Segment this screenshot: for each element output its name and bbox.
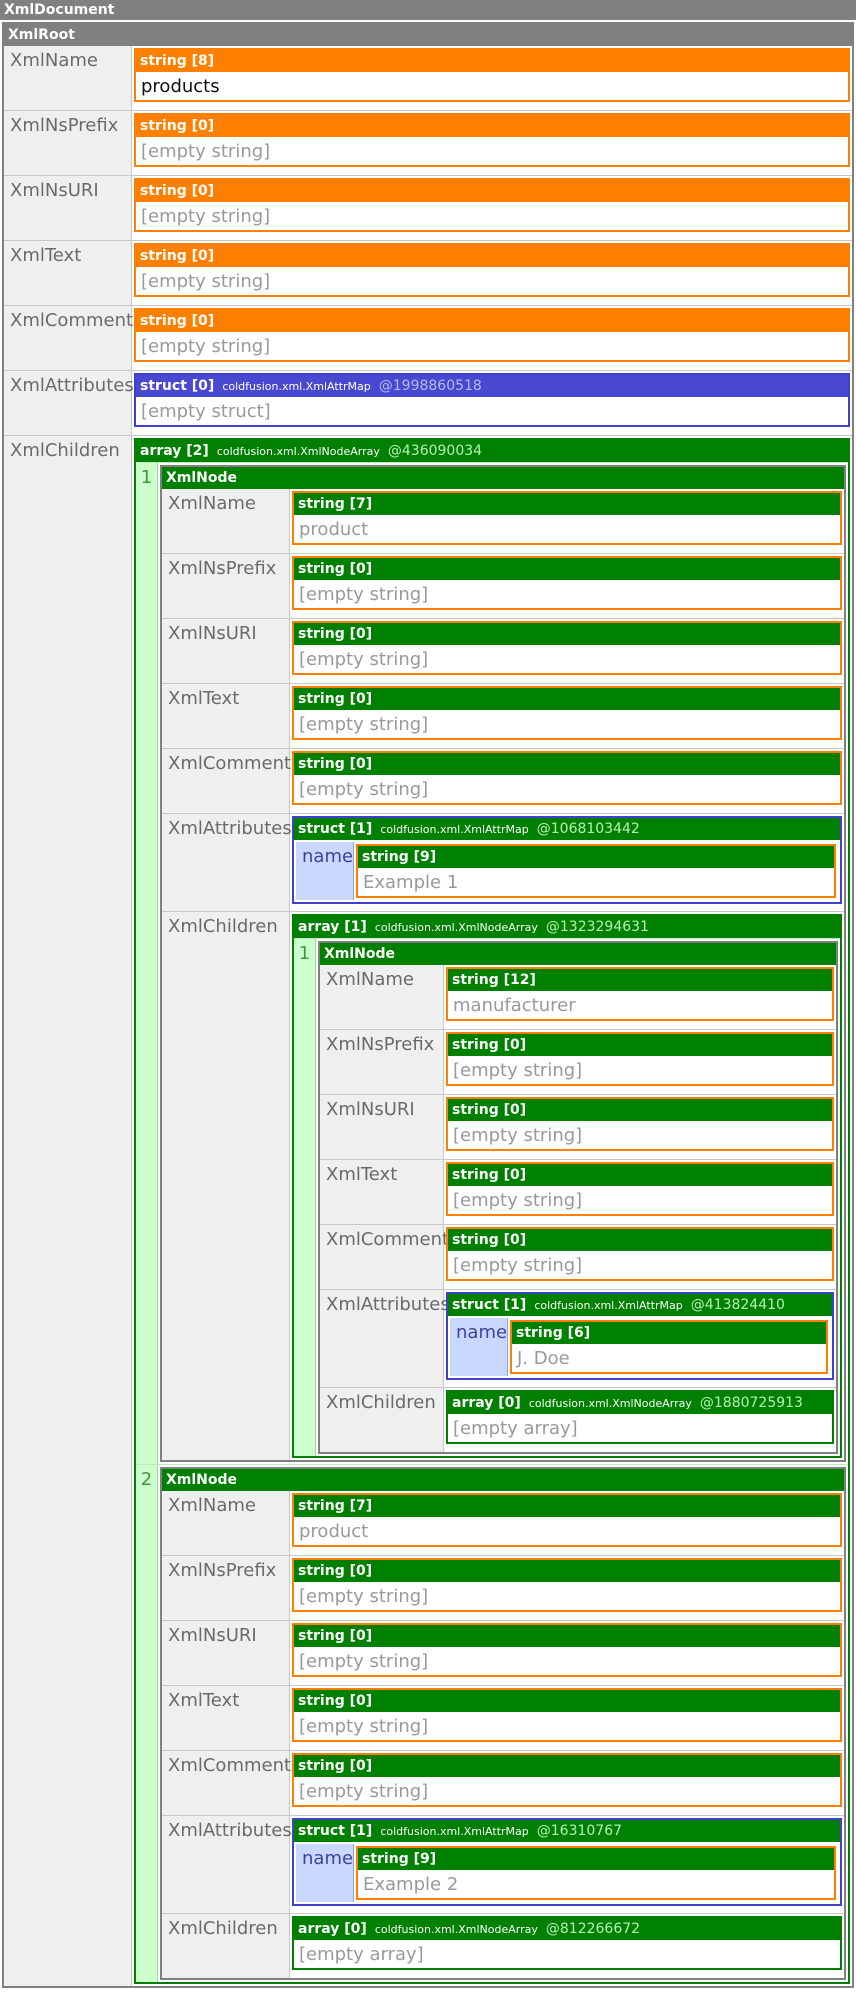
array-index: 2 [136,1465,158,1982]
p1-row-xmlnsuri: XmlNsURI string [0] [empty string] [162,619,844,684]
string-header[interactable]: string [0] [448,1164,832,1186]
xml-root-title: XmlRoot [8,27,75,43]
xml-root-header[interactable]: XmlRoot [4,24,852,46]
root-row-xmlnsuri: XmlNsURI string [0] [empty string] [4,176,852,241]
manufacturer-xmlname-value: manufacturer [453,995,576,1016]
root-row-xmlcomment: XmlComment string [0] [empty string] [4,306,852,371]
root-key-xmlnsprefix: XmlNsPrefix [4,111,132,175]
root-key-xmltext: XmlText [4,241,132,305]
root-xmlname-value: products [141,76,220,97]
string-header[interactable]: string [0] [448,1034,832,1056]
empty-array-value: [empty array] [453,1418,578,1439]
root-key-xmlattributes: XmlAttributes [4,371,134,435]
string-header[interactable]: string [12] [448,969,832,991]
string-header[interactable]: string [6] [512,1322,826,1344]
empty-string-value: [empty string] [141,141,271,162]
root-key-xmlnsuri: XmlNsURI [4,176,132,240]
p1-row-xmltext: XmlText string [0] [empty string] [162,684,844,749]
root-row-xmlnsprefix: XmlNsPrefix string [0] [empty string] [4,111,852,176]
struct-header[interactable]: struct [1] coldfusion.xml.XmlAttrMap @10… [294,818,840,840]
string-header[interactable]: string [0] [294,623,840,645]
empty-array-value: [empty array] [299,1944,424,1965]
string-header[interactable]: string [0] [294,1755,840,1777]
struct-header[interactable]: struct [1] coldfusion.xml.XmlAttrMap @41… [448,1294,832,1316]
string-header[interactable]: string [0] [294,753,840,775]
root-row-xmltext: XmlText string [0] [empty string] [4,241,852,306]
root-xmlchildren-array: array [2] coldfusion.xml.XmlNodeArray @4… [134,438,850,1984]
array-header[interactable]: array [0] coldfusion.xml.XmlNodeArray @8… [294,1918,840,1940]
string-header[interactable]: string [0] [136,245,848,267]
array-row-product-1: 1 XmlNode XmlName string [7] product Xml… [136,462,848,1464]
struct-key-name: name [296,1844,354,1902]
array-header[interactable]: array [2] coldfusion.xml.XmlNodeArray @4… [136,440,848,462]
root-xmlcomment-string: string [0] [empty string] [134,308,850,362]
root-xmlattributes-struct: struct [0] coldfusion.xml.XmlAttrMap @19… [134,373,850,427]
struct-key-name: name [296,842,354,900]
manufacturer-attr-name-value: J. Doe [517,1348,570,1369]
root-key-xmlchildren: XmlChildren [4,436,132,1986]
string-header[interactable]: string [0] [136,180,848,202]
string-header[interactable]: string [0] [294,1625,840,1647]
array-row-manufacturer: 1 XmlNode XmlName string [12] manufactur… [294,938,840,1456]
xml-node-manufacturer: XmlNode XmlName string [12] manufacturer… [318,941,838,1454]
xml-node-product-2: XmlNode XmlName string [7] product XmlNs… [160,1467,846,1980]
root-xmltext-string: string [0] [empty string] [134,243,850,297]
struct-header[interactable]: struct [0] coldfusion.xml.XmlAttrMap @19… [136,375,848,397]
array-header[interactable]: array [0] coldfusion.xml.XmlNodeArray @1… [448,1392,832,1414]
root-xmlnsuri-string: string [0] [empty string] [134,178,850,232]
p1-row-xmlcomment: XmlComment string [0] [empty string] [162,749,844,814]
p1-row-xmlchildren: XmlChildren array [1] coldfusion.xml.Xml… [162,912,844,1460]
string-header[interactable]: string [0] [294,1560,840,1582]
array-index: 1 [136,463,158,1464]
root-xmlnsprefix-string: string [0] [empty string] [134,113,850,167]
p1-xmlname-value: product [299,519,369,540]
root-row-xmlname: XmlName string [8] products [4,46,852,111]
xml-document-header[interactable]: XmlDocument [0,0,856,20]
root-row-xmlchildren: XmlChildren array [2] coldfusion.xml.Xml… [4,436,852,1986]
array-header[interactable]: array [1] coldfusion.xml.XmlNodeArray @1… [294,916,840,938]
xml-root-box: XmlRoot XmlName string [8] products XmlN… [2,22,854,1988]
p1-row-xmlattributes: XmlAttributes struct [1] coldfusion.xml.… [162,814,844,912]
p1-attr-name-value: Example 1 [363,872,459,893]
p1-row-xmlname: XmlName string [7] product [162,489,844,554]
string-header[interactable]: string [0] [294,1690,840,1712]
xml-node-header[interactable]: XmlNode [162,1469,844,1491]
p1-row-xmlnsprefix: XmlNsPrefix string [0] [empty string] [162,554,844,619]
empty-string-value: [empty string] [141,206,271,227]
root-row-xmlattributes: XmlAttributes struct [0] coldfusion.xml.… [4,371,852,436]
string-header[interactable]: string [0] [448,1099,832,1121]
root-key-xmlcomment: XmlComment [4,306,133,370]
string-header[interactable]: string [9] [358,1848,834,1870]
xml-root-table: XmlName string [8] products XmlNsPrefix … [4,46,852,1986]
xml-dump: XmlDocument XmlRoot XmlName string [8] p… [0,0,856,1988]
p2-xmlname-value: product [299,1521,369,1542]
string-header[interactable]: string [7] [294,1495,840,1517]
string-header[interactable]: string [9] [358,846,834,868]
struct-key-name: name [450,1318,508,1376]
empty-string-value: [empty string] [141,336,271,357]
array-index: 1 [294,939,316,1456]
struct-header[interactable]: struct [1] coldfusion.xml.XmlAttrMap @16… [294,1820,840,1842]
array-row-product-2: 2 XmlNode XmlName string [7] product Xml… [136,1464,848,1982]
string-header[interactable]: string [8] [136,50,848,72]
string-header[interactable]: string [0] [136,310,848,332]
xml-node-header[interactable]: XmlNode [320,943,836,965]
root-xmlname-string: string [8] products [134,48,850,102]
string-header[interactable]: string [0] [294,688,840,710]
empty-struct-value: [empty struct] [141,401,271,422]
empty-string-value: [empty string] [141,271,271,292]
p2-attr-name-value: Example 2 [363,1874,459,1895]
string-header[interactable]: string [0] [136,115,848,137]
string-header[interactable]: string [7] [294,493,840,515]
string-header[interactable]: string [0] [448,1229,832,1251]
xml-node-header[interactable]: XmlNode [162,467,844,489]
root-key-xmlname: XmlName [4,46,132,110]
xml-node-product-1: XmlNode XmlName string [7] product XmlNs… [160,465,846,1462]
xml-document-title: XmlDocument [4,2,115,18]
string-header[interactable]: string [0] [294,558,840,580]
